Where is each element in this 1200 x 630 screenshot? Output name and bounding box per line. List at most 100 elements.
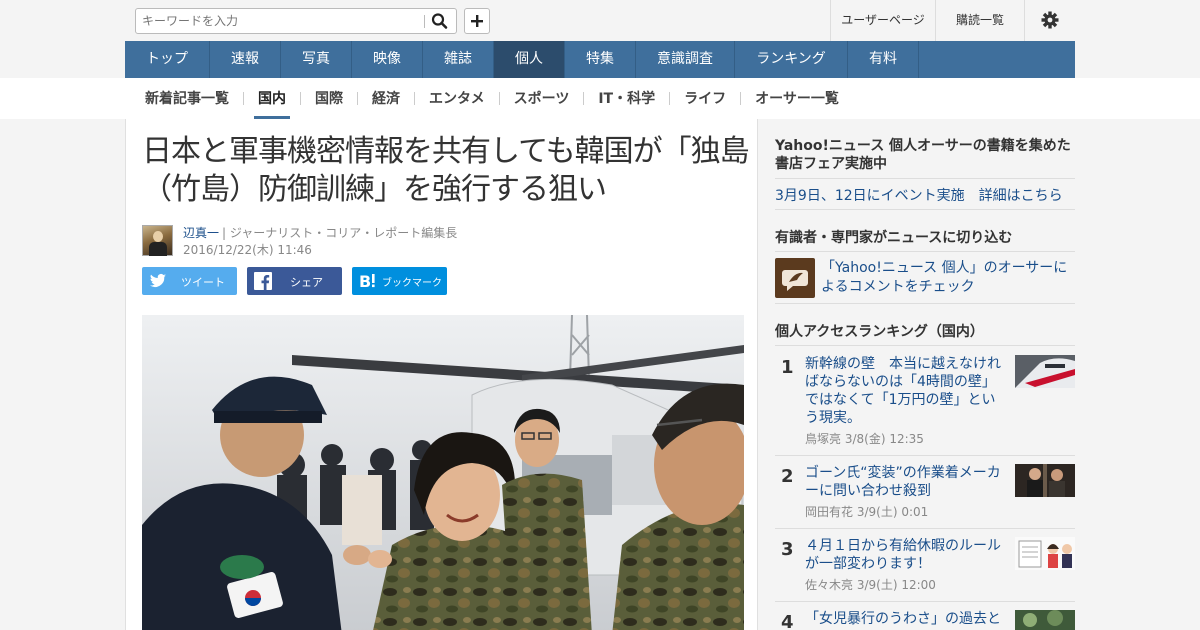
subnav-divider: [583, 92, 585, 105]
ranking-item-date: 3/9(土) 0:01: [856, 505, 929, 519]
avatar-body: [149, 242, 167, 256]
nav-video[interactable]: 映像: [352, 41, 423, 78]
search-icon[interactable]: [430, 12, 450, 30]
facebook-icon: [254, 272, 272, 290]
book-fair-title-text: Yahoo!ニュース 個人オーサーの書籍を集めた書店フェア実施中: [775, 138, 1071, 172]
ranking-item[interactable]: 1 新幹線の壁 本当に越えなければならないのは「4時間の壁」ではなくて「1万円の…: [775, 355, 1075, 455]
subnav-authors[interactable]: オーサー一覧: [755, 78, 839, 119]
author-name[interactable]: 辺真一: [183, 224, 219, 241]
plus-icon: [471, 15, 483, 27]
divider: [775, 209, 1075, 210]
ranking-item-meta: 鳥塚亮 3/8(金) 12:35: [805, 430, 924, 447]
search-box: [135, 8, 457, 34]
ranking-item-title[interactable]: 「女児暴行のうわさ」の過去と: [805, 610, 1005, 628]
ranking-item-meta: 佐々木亮 3/9(土) 12:00: [805, 576, 936, 593]
subnav-divider: [357, 92, 358, 105]
subnav-international[interactable]: 国際: [315, 78, 343, 119]
article: 日本と軍事機密情報を共有しても韓国が「独島（竹島）防御訓練」を強行する狙い 辺真…: [125, 119, 758, 630]
hatena-bookmark-icon: B: [359, 272, 375, 291]
nav-individual[interactable]: 個人: [494, 41, 565, 78]
top-bar: ユーザーページ 購読一覧: [125, 0, 1075, 41]
subnav-it-science[interactable]: IT・科学: [598, 78, 655, 119]
subnav-divider: [669, 92, 671, 105]
ranking-item-title[interactable]: 新幹線の壁 本当に越えなければならないのは「4時間の壁」ではなくて「1万円の壁」…: [805, 355, 1005, 427]
rank-number: 3: [781, 539, 794, 560]
nav-magazine[interactable]: 雑誌: [423, 41, 494, 78]
divider: [775, 601, 1075, 602]
gear-icon: [1041, 11, 1059, 29]
facebook-share-button[interactable]: シェア: [247, 267, 342, 295]
article-date: 2016/12/22(木) 11:46: [183, 243, 312, 257]
main-nav: トップ 速報 写真 映像 雑誌 個人 特集 意識調査 ランキング 有料: [125, 41, 1075, 78]
divider: [775, 178, 1075, 179]
ranking-item[interactable]: 3 ４月１日から有給休暇のルールが一部変わります！ 佐々木亮 3/9(土) 12…: [775, 537, 1075, 601]
top-links: ユーザーページ 購読一覧: [830, 0, 1075, 41]
ranking-item-thumbnail[interactable]: [1015, 355, 1075, 388]
ranking-item[interactable]: 4 「女児暴行のうわさ」の過去と: [775, 610, 1075, 630]
comment-badge-icon[interactable]: [775, 258, 815, 298]
ranking-item-thumbnail[interactable]: [1015, 464, 1075, 497]
subnav-divider: [498, 92, 500, 105]
nav-feature[interactable]: 特集: [565, 41, 636, 78]
rank-number: 4: [781, 612, 794, 630]
tweet-label: ツイート: [181, 276, 225, 289]
ranking-item-thumbnail[interactable]: [1015, 537, 1075, 570]
subnav-new-articles[interactable]: 新着記事一覧: [145, 78, 229, 119]
book-fair-link[interactable]: 3月9日、12日にイベント実施 詳細はこちら: [775, 185, 1063, 205]
author-avatar[interactable]: [142, 225, 173, 256]
nav-ranking[interactable]: ランキング: [735, 41, 848, 78]
rank-number: 1: [781, 357, 794, 378]
article-title: 日本と軍事機密情報を共有しても韓国が「独島（竹島）防御訓練」を強行する狙い: [142, 134, 750, 207]
ranking-item-date: 3/9(土) 12:00: [856, 578, 936, 592]
article-photo-illustration: [142, 315, 744, 630]
nav-top[interactable]: トップ: [125, 41, 210, 78]
subnav-divider: [243, 92, 244, 105]
ranking-item-thumbnail[interactable]: [1015, 610, 1075, 630]
experts-link[interactable]: 「Yahoo!ニュース 個人」のオーサーによるコメントをチェック: [821, 259, 1075, 297]
divider: [775, 251, 1075, 252]
divider: [775, 455, 1075, 456]
ranking-item-date: 3/8(金) 12:35: [844, 432, 924, 446]
divider: [775, 303, 1075, 304]
ranking-item-meta: 岡田有花 3/9(土) 0:01: [805, 503, 928, 520]
subnav-divider: [414, 92, 415, 105]
ranking-item-author: 佐々木亮: [805, 578, 854, 592]
ranking-title: 個人アクセスランキング（国内）: [775, 324, 984, 340]
search-input[interactable]: [142, 13, 422, 29]
nav-paid[interactable]: 有料: [848, 41, 919, 78]
settings-button[interactable]: [1024, 0, 1075, 41]
ranking-item[interactable]: 2 ゴーン氏“変装”の作業着メーカーに問い合わせ殺到 岡田有花 3/9(土) 0…: [775, 464, 1075, 528]
subnav-domestic[interactable]: 国内: [254, 78, 290, 119]
article-photo: [142, 315, 744, 630]
facebook-share-label: シェア: [290, 276, 323, 289]
search-divider: [424, 15, 425, 28]
hatena-bookmark-button[interactable]: B ブックマーク: [352, 267, 447, 295]
experts-title: 有識者・専門家がニュースに切り込む: [775, 230, 1013, 246]
divider: [775, 528, 1075, 529]
subscriptions-link[interactable]: 購読一覧: [935, 0, 1024, 41]
subnav-life[interactable]: ライフ: [684, 78, 726, 119]
ranking-item-title[interactable]: ゴーン氏“変装”の作業着メーカーに問い合わせ殺到: [805, 464, 1005, 500]
ranking-item-title[interactable]: ４月１日から有給休暇のルールが一部変わります！: [805, 537, 1005, 573]
avatar-head: [153, 231, 163, 242]
subnav-entertainment[interactable]: エンタメ: [429, 78, 485, 119]
book-fair-title: Yahoo!ニュース 個人オーサーの書籍を集めた書店フェア実施中: [775, 137, 1075, 173]
author-profile: | ジャーナリスト・コリア・レポート編集長: [222, 226, 458, 240]
add-button[interactable]: [464, 8, 490, 34]
hatena-bookmark-label: ブックマーク: [382, 278, 442, 289]
rank-number: 2: [781, 466, 794, 487]
twitter-icon: [150, 273, 166, 287]
svg-text:B: B: [359, 272, 371, 291]
tweet-button[interactable]: ツイート: [142, 267, 237, 295]
subnav-divider: [740, 92, 742, 105]
nav-photo[interactable]: 写真: [281, 41, 352, 78]
ranking-item-author: 鳥塚亮: [805, 432, 842, 446]
nav-breaking[interactable]: 速報: [210, 41, 281, 78]
divider: [775, 345, 1075, 346]
subnav-economy[interactable]: 経済: [372, 78, 400, 119]
sub-nav: 新着記事一覧 国内 国際 経済 エンタメ スポーツ IT・科学 ライフ オーサー…: [125, 78, 1075, 119]
nav-survey[interactable]: 意識調査: [636, 41, 735, 78]
user-page-link[interactable]: ユーザーページ: [830, 0, 935, 41]
subnav-divider: [300, 92, 301, 105]
subnav-sports[interactable]: スポーツ: [514, 78, 570, 119]
